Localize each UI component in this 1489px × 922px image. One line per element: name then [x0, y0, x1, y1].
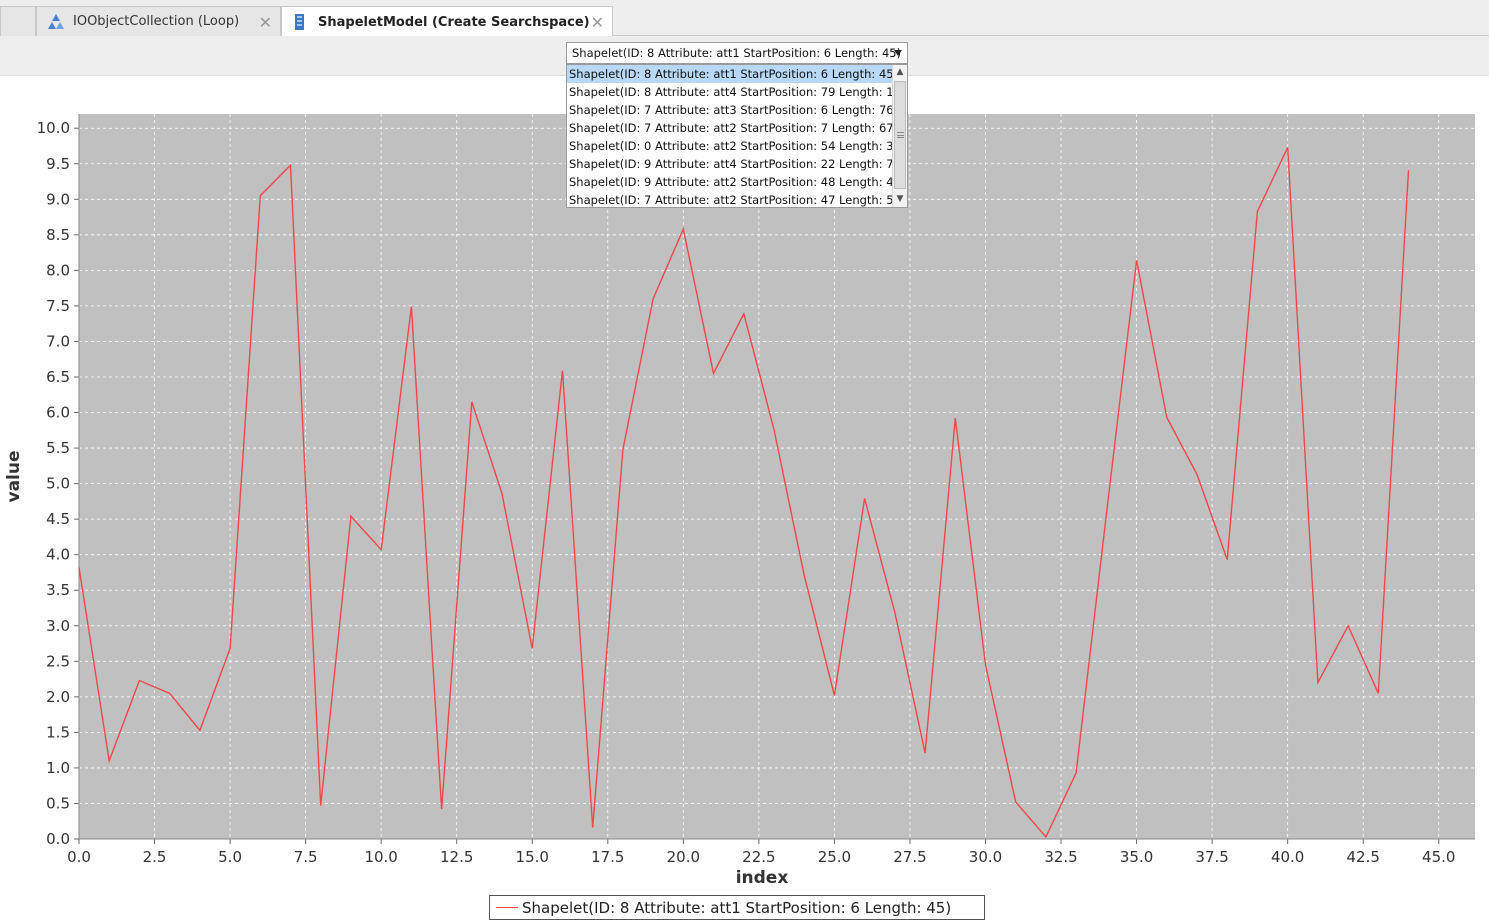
x-tick-label: 17.5 — [591, 848, 624, 866]
shapelet-selector-value: Shapelet(ID: 8 Attribute: att1 StartPosi… — [572, 46, 902, 60]
y-tick-label: 1.0 — [46, 759, 70, 777]
y-tick-label: 5.5 — [46, 439, 70, 457]
plot-area — [79, 114, 1475, 839]
scroll-up-icon[interactable]: ▲ — [893, 65, 907, 80]
dropdown-option[interactable]: Shapelet(ID: 8 Attribute: att1 StartPosi… — [567, 65, 893, 83]
x-tick-label: 37.5 — [1195, 848, 1228, 866]
y-tick-label: 7.0 — [46, 332, 70, 350]
y-tick-label: 6.0 — [46, 404, 70, 422]
y-tick-label: 4.0 — [46, 546, 70, 564]
x-tick-label: 7.5 — [294, 848, 318, 866]
x-tick-label: 20.0 — [667, 848, 700, 866]
tab-overflow-stub[interactable] — [0, 6, 36, 36]
y-tick-label: 5.0 — [46, 475, 70, 493]
x-tick-label: 35.0 — [1120, 848, 1153, 866]
chevron-down-icon[interactable] — [894, 50, 902, 56]
tab-ioobjectcollection[interactable]: IOObjectCollection (Loop) ✕ — [36, 6, 281, 36]
tab-strip: IOObjectCollection (Loop) ✕ ShapeletMode… — [0, 0, 1489, 37]
x-tick-label: 45.0 — [1422, 848, 1455, 866]
y-tick-label: 3.0 — [46, 617, 70, 635]
tab-label: ShapeletModel (Create Searchspace) — [318, 14, 590, 30]
tab-shapeletmodel[interactable]: ShapeletModel (Create Searchspace) ✕ — [281, 6, 613, 37]
x-tick-label: 32.5 — [1044, 848, 1077, 866]
scroll-down-icon[interactable]: ▼ — [893, 192, 907, 207]
y-tick-label: 8.0 — [46, 261, 70, 279]
legend: Shapelet(ID: 8 Attribute: att1 StartPosi… — [489, 895, 985, 920]
x-tick-label: 15.0 — [516, 848, 549, 866]
close-icon[interactable]: ✕ — [591, 13, 604, 32]
y-tick-label: 4.5 — [46, 510, 70, 528]
close-icon[interactable]: ✕ — [259, 13, 272, 32]
x-tick-label: 27.5 — [893, 848, 926, 866]
y-tick-label: 9.0 — [46, 190, 70, 208]
y-tick-label: 3.5 — [46, 581, 70, 599]
x-axis-title: index — [736, 868, 789, 888]
legend-swatch — [496, 907, 518, 908]
grip-icon — [897, 132, 904, 138]
dropdown-scrollbar[interactable]: ▲ ▼ — [892, 65, 907, 207]
x-tick-label: 22.5 — [742, 848, 775, 866]
shapelet-selector[interactable]: Shapelet(ID: 8 Attribute: att1 StartPosi… — [566, 42, 908, 64]
loop-collection-icon — [47, 13, 65, 31]
x-tick-label: 5.0 — [218, 848, 242, 866]
shapelet-dropdown-list: Shapelet(ID: 8 Attribute: att1 StartPosi… — [566, 64, 908, 208]
dropdown-option[interactable]: Shapelet(ID: 9 Attribute: att2 StartPosi… — [567, 173, 893, 191]
dropdown-option[interactable]: Shapelet(ID: 7 Attribute: att2 StartPosi… — [567, 191, 893, 209]
y-tick-label: 8.5 — [46, 226, 70, 244]
dropdown-option[interactable]: Shapelet(ID: 9 Attribute: att4 StartPosi… — [567, 155, 893, 173]
y-tick-label: 6.5 — [46, 368, 70, 386]
y-tick-label: 0.5 — [46, 794, 70, 812]
y-tick-label: 7.5 — [46, 297, 70, 315]
x-tick-label: 40.0 — [1271, 848, 1304, 866]
x-tick-label: 30.0 — [969, 848, 1002, 866]
legend-label: Shapelet(ID: 8 Attribute: att1 StartPosi… — [522, 898, 952, 917]
y-tick-label: 9.5 — [46, 155, 70, 173]
dropdown-option[interactable]: Shapelet(ID: 7 Attribute: att3 StartPosi… — [567, 101, 893, 119]
y-axis-title: value — [4, 450, 24, 502]
x-tick-label: 42.5 — [1346, 848, 1379, 866]
dropdown-options: Shapelet(ID: 8 Attribute: att1 StartPosi… — [567, 65, 893, 209]
scrollbar-thumb[interactable] — [894, 81, 906, 189]
y-tick-label: 2.5 — [46, 652, 70, 670]
x-tick-label: 25.0 — [818, 848, 851, 866]
x-tick-label: 12.5 — [440, 848, 473, 866]
x-tick-label: 0.0 — [67, 848, 91, 866]
y-tick-label: 2.0 — [46, 688, 70, 706]
x-tick-label: 10.0 — [364, 848, 397, 866]
y-tick-label: 10.0 — [37, 119, 70, 137]
dropdown-option[interactable]: Shapelet(ID: 7 Attribute: att2 StartPosi… — [567, 119, 893, 137]
tab-label: IOObjectCollection (Loop) — [73, 14, 240, 29]
dropdown-option[interactable]: Shapelet(ID: 8 Attribute: att4 StartPosi… — [567, 83, 893, 101]
y-tick-label: 1.5 — [46, 723, 70, 741]
dropdown-option[interactable]: Shapelet(ID: 0 Attribute: att2 StartPosi… — [567, 137, 893, 155]
y-tick-label: 0.0 — [46, 830, 70, 848]
x-tick-label: 2.5 — [143, 848, 167, 866]
model-icon — [292, 13, 310, 31]
